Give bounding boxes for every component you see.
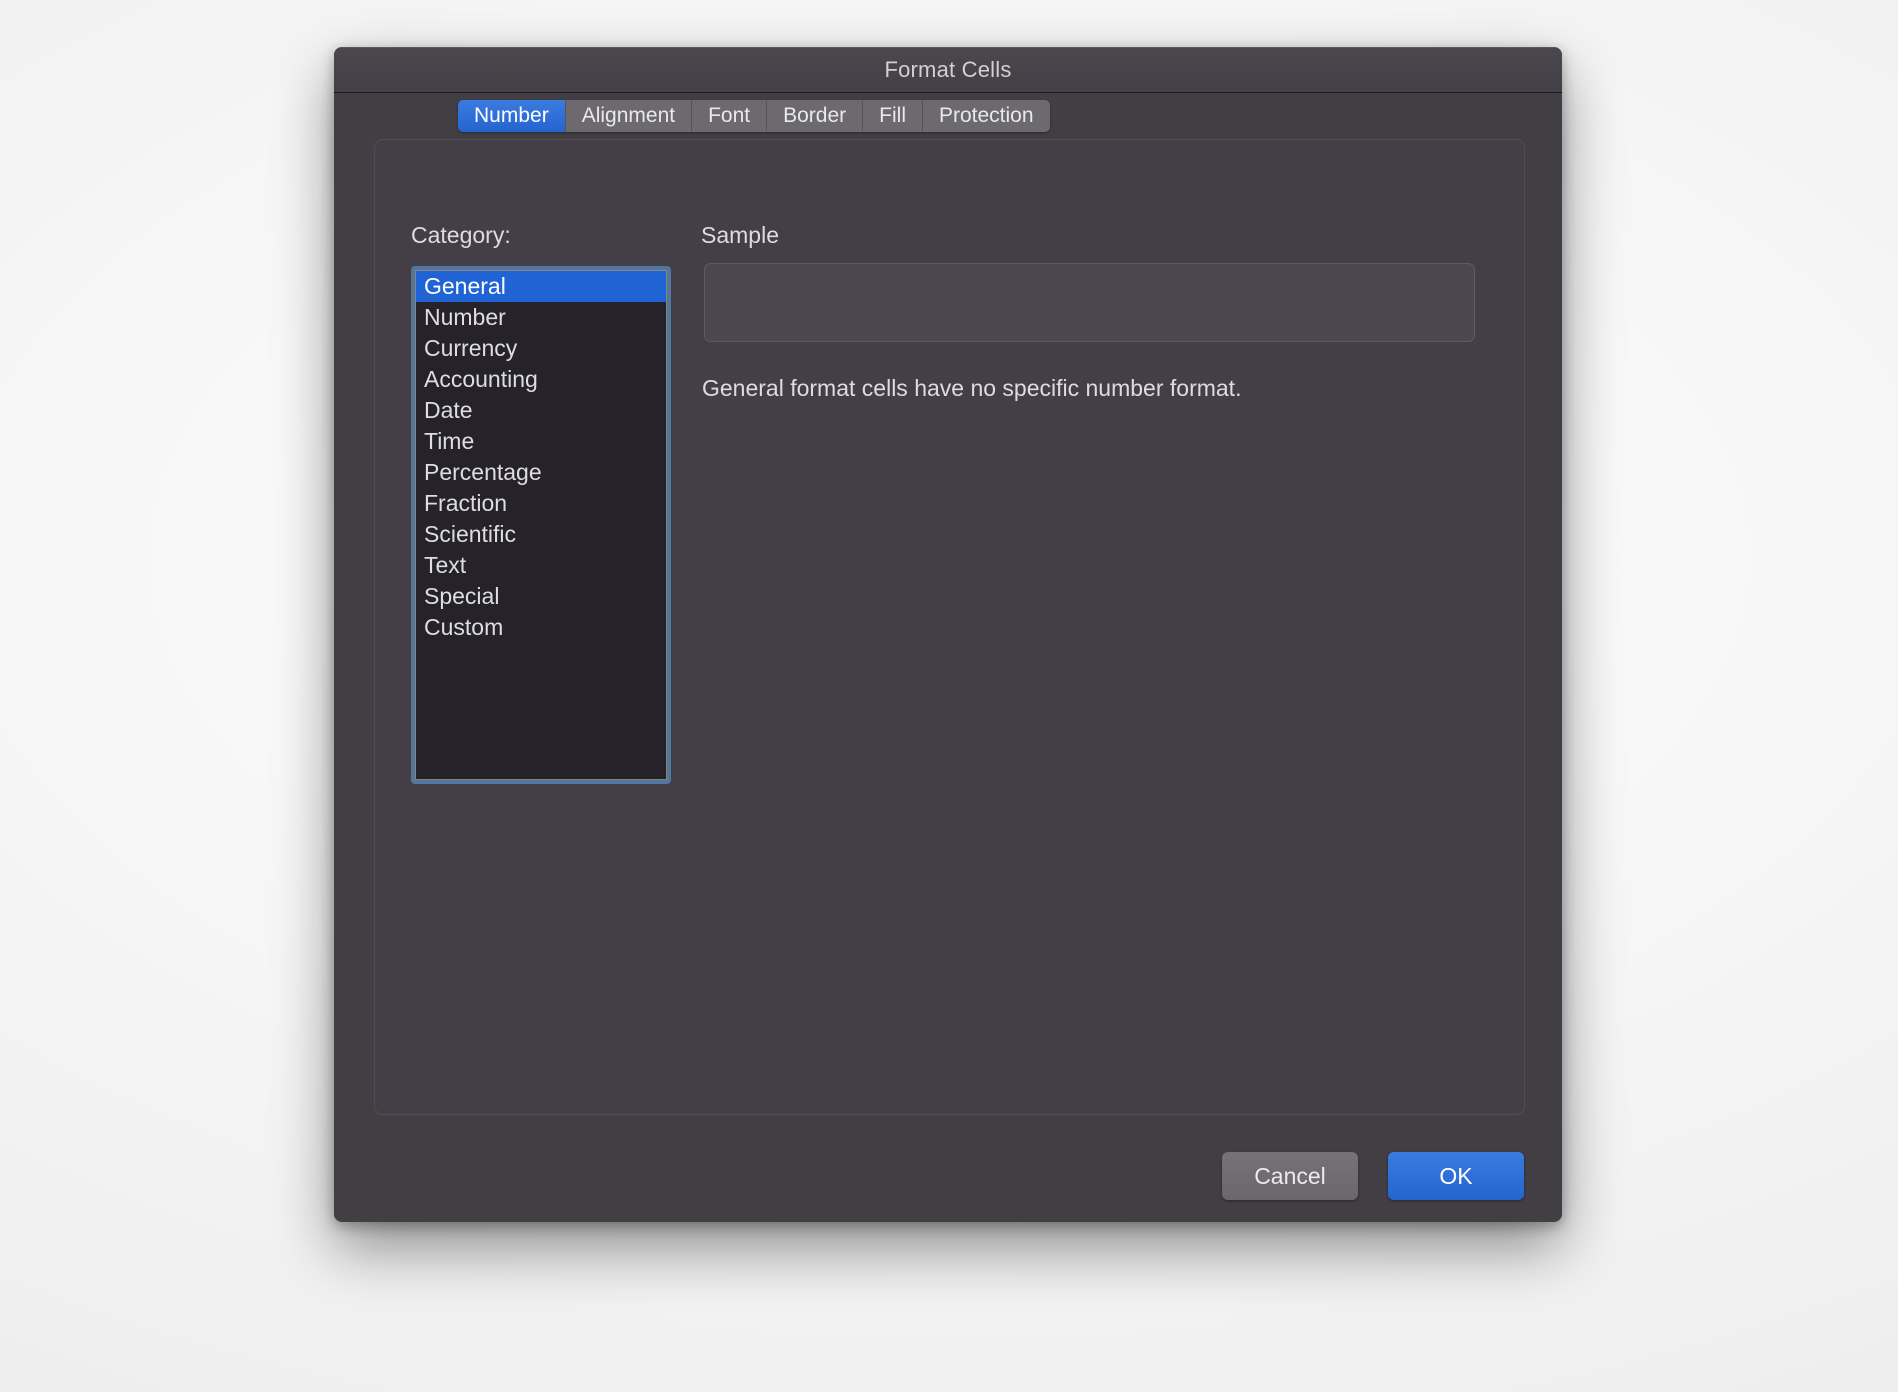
category-item[interactable]: Text (416, 550, 666, 581)
category-item[interactable]: Fraction (416, 488, 666, 519)
category-item[interactable]: Custom (416, 612, 666, 643)
category-item[interactable]: Accounting (416, 364, 666, 395)
category-item[interactable]: General (416, 271, 666, 302)
category-item[interactable]: Date (416, 395, 666, 426)
tab-font[interactable]: Font (692, 100, 768, 132)
ok-button[interactable]: OK (1388, 1152, 1524, 1200)
dialog-title: Format Cells (884, 57, 1012, 82)
category-item[interactable]: Special (416, 581, 666, 612)
category-item[interactable]: Scientific (416, 519, 666, 550)
category-item[interactable]: Currency (416, 333, 666, 364)
tab-alignment[interactable]: Alignment (565, 100, 693, 132)
tab-border[interactable]: Border (767, 100, 864, 132)
sample-preview-field (704, 263, 1475, 342)
tab-content-panel: Category: General Number Currency Accountin… (374, 139, 1525, 1115)
category-item[interactable]: Number (416, 302, 666, 333)
format-cells-dialog: Format Cells Number Alignment Font Border Fi… (334, 47, 1562, 1222)
cancel-button[interactable]: Cancel (1222, 1152, 1358, 1200)
tab-bar: Number Alignment Font Border Fill Protection (458, 100, 1050, 132)
category-listbox-focus-ring: General Number Currency Accounting Date Time P… (411, 266, 671, 784)
tab-fill[interactable]: Fill (863, 100, 923, 132)
dialog-titlebar: Format Cells (334, 47, 1562, 93)
category-listbox[interactable]: General Number Currency Accounting Date Time P… (415, 270, 667, 780)
tab-protection[interactable]: Protection (922, 100, 1050, 132)
category-label: Category: (411, 222, 511, 248)
category-item[interactable]: Percentage (416, 457, 666, 488)
tab-number[interactable]: Number (458, 100, 566, 132)
format-description-text: General format cells have no specific nu… (702, 375, 1242, 401)
category-item[interactable]: Time (416, 426, 666, 457)
sample-label: Sample (701, 222, 779, 248)
